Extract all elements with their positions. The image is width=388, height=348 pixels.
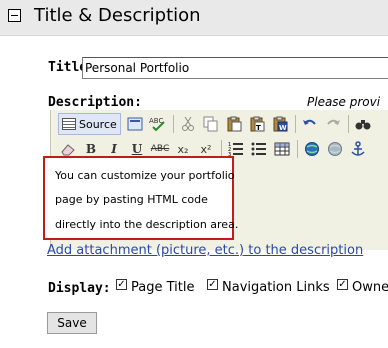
svg-text:W: W [279, 124, 287, 132]
source-label: Source [79, 117, 117, 131]
add-attachment-link[interactable]: Add attachment (picture, etc.) to the de… [47, 243, 363, 258]
save-button[interactable]: Save [47, 312, 97, 334]
undo-icon[interactable] [300, 114, 320, 134]
section-title: Title & Description [34, 5, 201, 26]
description-note: Please provi [307, 95, 381, 109]
toolbar-separator [297, 140, 298, 158]
section-header: Title & Description [0, 0, 388, 36]
toolbar-separator [172, 115, 174, 133]
navigation-links-option-label: Navigation Links [222, 280, 330, 295]
paste-text-icon[interactable]: T [247, 114, 267, 134]
display-label: Display: [48, 281, 111, 296]
paste-icon[interactable] [224, 114, 244, 134]
owner-option-label: Owne [352, 280, 388, 295]
editor-toolbar-row-1: Source ABC T W [58, 113, 376, 135]
paste-word-icon[interactable]: W [270, 114, 290, 134]
anchor-icon[interactable] [348, 139, 368, 159]
cut-icon[interactable] [178, 114, 198, 134]
content-line: directly into the description area. [55, 218, 239, 231]
copy-icon[interactable] [201, 114, 221, 134]
toolbar-separator [294, 115, 296, 133]
page-title-option-label: Page Title [131, 280, 195, 295]
description-label: Description: [48, 95, 142, 110]
navigation-links-checkbox[interactable]: ✓ [207, 279, 218, 290]
table-icon[interactable] [272, 139, 292, 159]
title-input[interactable] [82, 57, 388, 79]
source-icon [62, 118, 76, 130]
spellcheck-icon[interactable]: ABC [148, 114, 168, 134]
find-icon[interactable] [353, 114, 373, 134]
preview-icon[interactable] [125, 114, 145, 134]
owner-checkbox[interactable]: ✓ [337, 279, 348, 290]
source-button[interactable]: Source [58, 113, 121, 135]
page-title-checkbox[interactable]: ✓ [116, 279, 127, 290]
svg-text:T: T [256, 124, 261, 132]
bulleted-list-icon[interactable] [249, 139, 269, 159]
content-line: You can customize your portfolio [55, 169, 235, 182]
redo-icon[interactable] [323, 114, 343, 134]
toolbar-separator [347, 115, 349, 133]
editor-content-area[interactable]: You can customize your portfolio page by… [43, 156, 238, 240]
collapse-icon[interactable] [8, 9, 21, 22]
link-icon[interactable] [302, 139, 322, 159]
content-line: page by pasting HTML code [55, 193, 208, 206]
unlink-icon[interactable] [325, 139, 345, 159]
